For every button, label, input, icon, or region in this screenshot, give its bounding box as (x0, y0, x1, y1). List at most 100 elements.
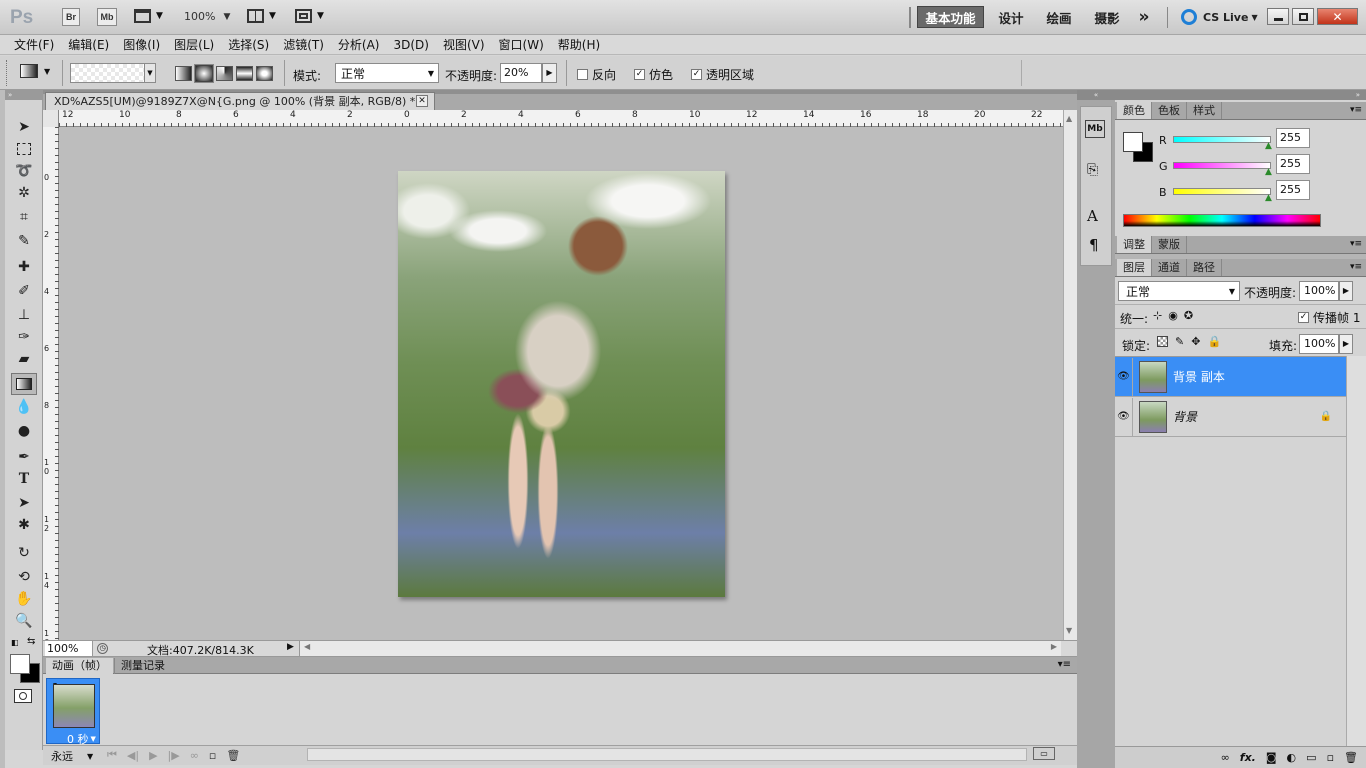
eyedropper-tool-icon[interactable]: ✎ (11, 230, 37, 252)
layer-row-background-copy[interactable]: 👁 背景 副本 (1115, 357, 1346, 397)
lock-all-icon[interactable]: 🔒 (1207, 335, 1221, 348)
layer-name[interactable]: 背景 副本 (1173, 368, 1225, 385)
mini-bridge-panel-icon[interactable]: Mb (1085, 120, 1105, 138)
more-workspaces-button[interactable]: » (1133, 6, 1155, 28)
gradient-picker[interactable]: ▼ (70, 63, 156, 83)
menu-file[interactable]: 文件(F) (7, 35, 61, 55)
lock-position-icon[interactable]: ✥ (1191, 335, 1200, 348)
color-spectrum-bar[interactable] (1123, 214, 1321, 227)
layer-opacity-input[interactable]: 100% (1299, 281, 1339, 301)
layers-scrollbar[interactable] (1346, 356, 1366, 746)
opacity-slider-button[interactable]: ▶ (542, 63, 557, 83)
restore-button[interactable] (1292, 8, 1314, 25)
lock-transparency-icon[interactable] (1157, 336, 1168, 347)
close-button[interactable]: ✕ (1317, 8, 1358, 25)
mode-select[interactable]: 正常 ▼ (335, 63, 439, 83)
menu-edit[interactable]: 编辑(E) (61, 35, 116, 55)
duplicate-frame-icon[interactable]: ▫ (209, 749, 216, 762)
unify-position-icon[interactable]: ⊹ (1153, 309, 1162, 322)
move-tool-icon[interactable]: ➤ (11, 116, 37, 138)
layer-row-background[interactable]: 👁 背景 🔒 (1115, 397, 1346, 437)
panel-menu-icon[interactable]: ▾≡ (1350, 102, 1362, 119)
menu-view[interactable]: 视图(V) (436, 35, 492, 55)
status-zoom-input[interactable]: 100% (45, 641, 93, 656)
unify-style-icon[interactable]: ✪ (1184, 309, 1193, 322)
diamond-gradient-button[interactable] (256, 66, 273, 81)
tab-paths[interactable]: 路径 (1187, 259, 1222, 276)
new-group-icon[interactable]: ▭ (1306, 751, 1316, 764)
tab-styles[interactable]: 样式 (1187, 102, 1222, 119)
layer-style-icon[interactable]: fx. (1240, 751, 1256, 764)
panel-menu-icon[interactable]: ▾≡ (1350, 236, 1362, 253)
menu-analysis[interactable]: 分析(A) (331, 35, 387, 55)
add-mask-icon[interactable]: ◙ (1266, 751, 1277, 764)
timeline-scrollbar[interactable] (307, 748, 1027, 761)
3d-rotate-tool-icon[interactable]: ↻ (11, 542, 37, 564)
zoom-tool-icon[interactable]: 🔍 (11, 610, 37, 632)
mini-bridge-button[interactable]: Mb (97, 8, 117, 26)
convert-to-timeline-icon[interactable]: ▭ (1033, 747, 1055, 760)
tab-animation-frames[interactable]: 动画（帧） (46, 658, 113, 674)
loop-options-dropdown[interactable]: 永远 ▼ (51, 748, 93, 764)
blur-tool-icon[interactable]: 💧 (11, 396, 37, 418)
lock-pixels-icon[interactable]: ✎ (1175, 335, 1184, 348)
delete-frame-icon[interactable]: 🗑 (226, 749, 240, 762)
opacity-input[interactable]: 20% (500, 63, 542, 83)
type-tool-icon[interactable]: T (11, 468, 37, 490)
clone-stamp-tool-icon[interactable]: ⊥ (11, 304, 37, 326)
b-input[interactable]: 255 (1276, 180, 1310, 200)
menu-filter[interactable]: 滤镜(T) (276, 35, 331, 55)
default-colors-icon[interactable]: ◧ (11, 638, 21, 648)
radial-gradient-button[interactable] (195, 65, 213, 82)
propagate-frame-checkbox[interactable]: ✓ 传播帧 1 (1298, 309, 1360, 326)
shape-tool-icon[interactable]: ✱ (11, 514, 37, 536)
close-tab-icon[interactable]: ✕ (416, 95, 428, 107)
cs-live-button[interactable]: CS Live ▼ (1181, 9, 1258, 25)
healing-brush-tool-icon[interactable]: ✚ (11, 256, 37, 278)
arrange-documents-button[interactable]: ▼ (247, 9, 276, 23)
menu-select[interactable]: 选择(S) (221, 35, 276, 55)
tool-preset-picker[interactable]: ▼ (20, 64, 50, 78)
tab-layers[interactable]: 图层 (1117, 259, 1152, 276)
workspace-photography[interactable]: 摄影 (1086, 6, 1128, 28)
gradient-tool-icon[interactable] (11, 373, 37, 395)
workspace-painting[interactable]: 绘画 (1038, 6, 1080, 28)
play-icon[interactable]: ▶ (149, 749, 157, 762)
tab-swatches[interactable]: 色板 (1152, 102, 1187, 119)
menu-3d[interactable]: 3D(D) (386, 35, 435, 55)
zoom-level-dropdown[interactable]: 100% ▼ (184, 10, 230, 23)
scroll-up-icon[interactable]: ▲ (1066, 114, 1072, 123)
fill-input[interactable]: 100% (1299, 334, 1339, 354)
tab-color[interactable]: 颜色 (1117, 102, 1152, 119)
eraser-tool-icon[interactable]: ▰ (11, 348, 37, 370)
delete-layer-icon[interactable]: 🗑 (1344, 751, 1358, 764)
adjustment-layer-icon[interactable]: ◐ (1287, 751, 1297, 764)
quick-selection-tool-icon[interactable]: ✲ (11, 182, 37, 204)
tab-adjustments[interactable]: 调整 (1117, 236, 1152, 253)
paragraph-panel-icon[interactable]: ¶ (1089, 236, 1099, 254)
quick-mask-icon[interactable] (14, 689, 32, 703)
menu-image[interactable]: 图像(I) (116, 35, 167, 55)
angle-gradient-button[interactable] (216, 66, 233, 81)
workspace-design[interactable]: 设计 (990, 6, 1032, 28)
r-input[interactable]: 255 (1276, 128, 1310, 148)
foreground-color-swatch[interactable] (1123, 132, 1143, 152)
view-extras-button[interactable]: ▼ (134, 9, 163, 23)
tween-icon[interactable]: ∞ (190, 749, 199, 762)
document-tab[interactable]: XD%AZS5[UM)@9189Z7X@N{G.png @ 100% (背景 副… (45, 92, 435, 110)
dodge-tool-icon[interactable]: ● (11, 420, 37, 442)
tab-masks[interactable]: 蒙版 (1152, 236, 1187, 253)
panel-menu-icon[interactable]: ▾≡ (1350, 259, 1362, 276)
history-brush-tool-icon[interactable]: ✑ (11, 326, 37, 348)
linear-gradient-button[interactable] (175, 66, 192, 81)
link-layers-icon[interactable]: ∞ (1221, 751, 1230, 764)
marquee-tool-icon[interactable] (11, 138, 37, 160)
character-panel-icon[interactable]: A (1087, 207, 1098, 225)
path-selection-tool-icon[interactable]: ➤ (11, 492, 37, 514)
panel-menu-icon[interactable]: ▾≡ (1058, 659, 1071, 670)
history-panel-icon[interactable]: ⎘ (1087, 162, 1098, 178)
reflected-gradient-button[interactable] (236, 66, 253, 81)
first-frame-icon[interactable]: ⏮ (107, 748, 117, 762)
slider-thumb-icon[interactable]: ▲ (1265, 141, 1272, 151)
collapse-panel-icon[interactable]: » (5, 90, 43, 100)
